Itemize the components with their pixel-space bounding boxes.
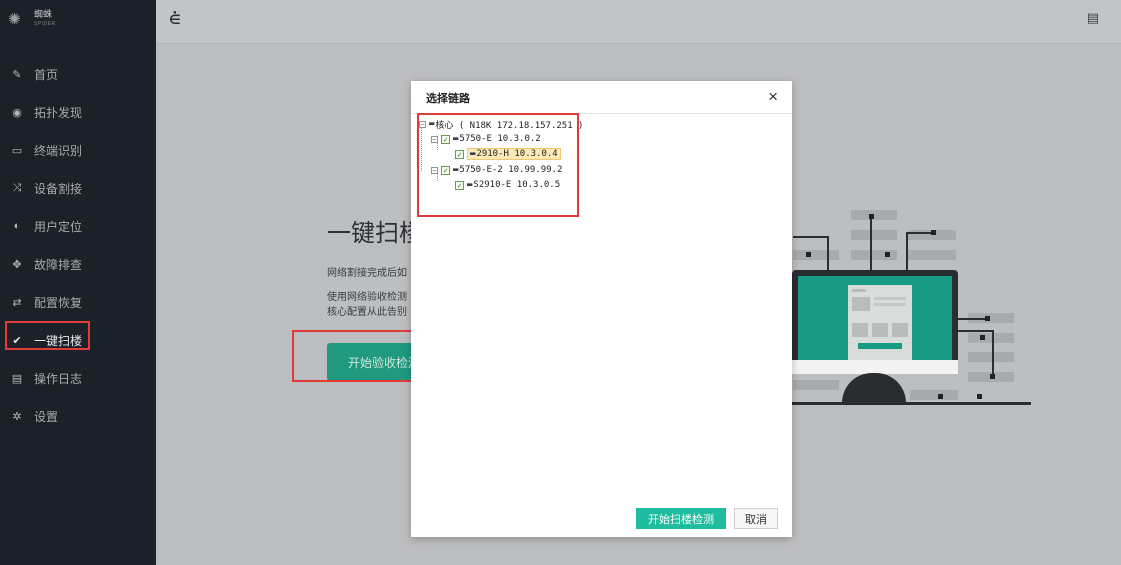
highlight-box-start <box>292 330 413 382</box>
monitor-icon: ▭ <box>11 144 23 157</box>
sidebar-item-label: 终端识别 <box>34 143 83 158</box>
dialog-header: 选择链路 × <box>411 81 792 114</box>
dialog-title: 选择链路 <box>426 93 470 105</box>
close-icon[interactable]: × <box>768 87 778 107</box>
sidebar-item-topology[interactable]: ◉ 拓扑发现 <box>0 93 156 131</box>
cancel-button[interactable]: 取消 <box>734 508 778 529</box>
sidebar-item-terminal[interactable]: ▭ 终端识别 <box>0 131 156 169</box>
sidebar-item-label: 设备割接 <box>34 181 83 196</box>
sidebar-item-troubleshoot[interactable]: ✥ 故障排查 <box>0 245 156 283</box>
gear-icon: ✲ <box>12 410 22 423</box>
eye-slash-icon: ◐ <box>13 220 21 232</box>
logo-name: 蜘蛛 <box>34 9 53 19</box>
retweet-icon: ⇄ <box>12 296 22 309</box>
sidebar-item-label: 故障排查 <box>34 257 83 272</box>
sidebar-item-label: 拓扑发现 <box>34 105 83 120</box>
move-icon: ✥ <box>12 258 22 271</box>
document-icon[interactable]: ▤ <box>1087 10 1099 26</box>
spider-icon: ✺ <box>8 11 21 28</box>
highlight-box-sidebar <box>5 321 90 350</box>
sidebar-item-settings[interactable]: ✲ 设置 <box>0 397 156 435</box>
eye-icon: ◉ <box>12 106 22 119</box>
app-logo[interactable]: ✺ 蜘蛛 SPIDER <box>8 8 56 30</box>
sidebar-item-operation-log[interactable]: ▤ 操作日志 <box>0 359 156 397</box>
monitor-illustration <box>792 270 958 374</box>
sidebar-item-config-restore[interactable]: ⇄ 配置恢复 <box>0 283 156 321</box>
logo-sub: SPIDER <box>34 21 56 27</box>
sidebar-item-user-locate[interactable]: ◐ 用户定位 <box>0 207 156 245</box>
sidebar-item-label: 用户定位 <box>34 219 83 234</box>
collapse-menu-icon[interactable]: ⋵ <box>169 12 181 28</box>
sidebar-item-label: 操作日志 <box>34 371 83 386</box>
top-bar: ⋵ ▤ <box>156 0 1121 44</box>
page-headline: 一键扫楼 <box>327 220 423 247</box>
highlight-box-tree <box>417 113 579 217</box>
sidebar-nav: ✎ 首页 ◉ 拓扑发现 ▭ 终端识别 ⤨ 设备割接 ◐ 用户定位 ✥ 故障排查 … <box>0 55 156 435</box>
wrench-icon: ✎ <box>12 68 22 81</box>
sidebar-item-home[interactable]: ✎ 首页 <box>0 55 156 93</box>
sidebar-item-cutover[interactable]: ⤨ 设备割接 <box>0 169 156 207</box>
list-icon: ▤ <box>11 372 23 385</box>
sidebar: ✺ 蜘蛛 SPIDER ✎ 首页 ◉ 拓扑发现 ▭ 终端识别 ⤨ 设备割接 ◐ … <box>0 0 156 565</box>
description-text: 使用网络验收检测 核心配置从此告别 <box>327 292 407 318</box>
shuffle-icon: ⤨ <box>12 181 22 194</box>
sidebar-item-label: 首页 <box>34 67 59 82</box>
intro-text: 网络割接完成后如 <box>327 268 407 279</box>
start-scan-button[interactable]: 开始扫楼检测 <box>636 508 726 529</box>
sidebar-item-label: 配置恢复 <box>34 295 83 310</box>
sidebar-item-label: 设置 <box>34 409 59 424</box>
